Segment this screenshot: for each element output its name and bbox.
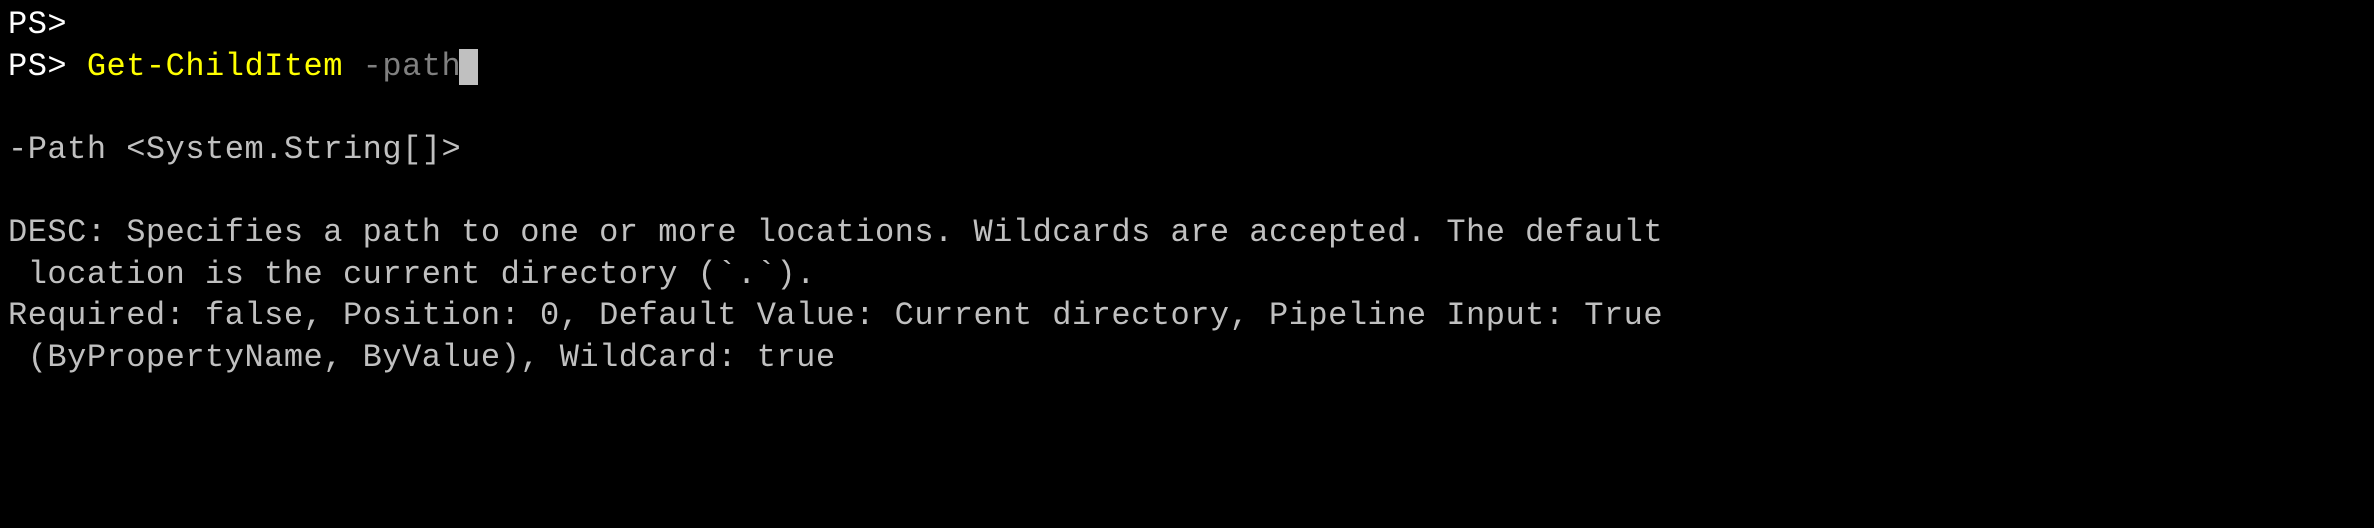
cursor-icon [459, 49, 478, 84]
help-signature: -Path <System.String[]> [8, 131, 461, 168]
terminal-line-command[interactable]: PS> Get-ChildItem -path [8, 46, 2366, 88]
command-separator [343, 48, 363, 85]
help-metadata-line1: Required: false, Position: 0, Default Va… [8, 295, 2366, 337]
help-desc-text-2: location is the current directory (`.`). [8, 256, 816, 293]
prompt-prefix: PS> [8, 48, 87, 85]
parameter-typed: -path [363, 48, 462, 85]
help-meta-text-2: (ByPropertyName, ByValue), WildCard: tru… [8, 339, 836, 376]
help-metadata-line2: (ByPropertyName, ByValue), WildCard: tru… [8, 337, 2366, 379]
blank-line [8, 170, 2366, 212]
help-description-line2: location is the current directory (`.`). [8, 254, 2366, 296]
help-desc-text-1: DESC: Specifies a path to one or more lo… [8, 214, 1663, 251]
help-signature-line: -Path <System.String[]> [8, 129, 2366, 171]
help-meta-text-1: Required: false, Position: 0, Default Va… [8, 297, 1663, 334]
terminal-line-prompt-empty: PS> [8, 4, 2366, 46]
cmdlet-name: Get-ChildItem [87, 48, 343, 85]
help-description-line1: DESC: Specifies a path to one or more lo… [8, 212, 2366, 254]
blank-line [8, 87, 2366, 129]
prompt-text: PS> [8, 6, 67, 43]
